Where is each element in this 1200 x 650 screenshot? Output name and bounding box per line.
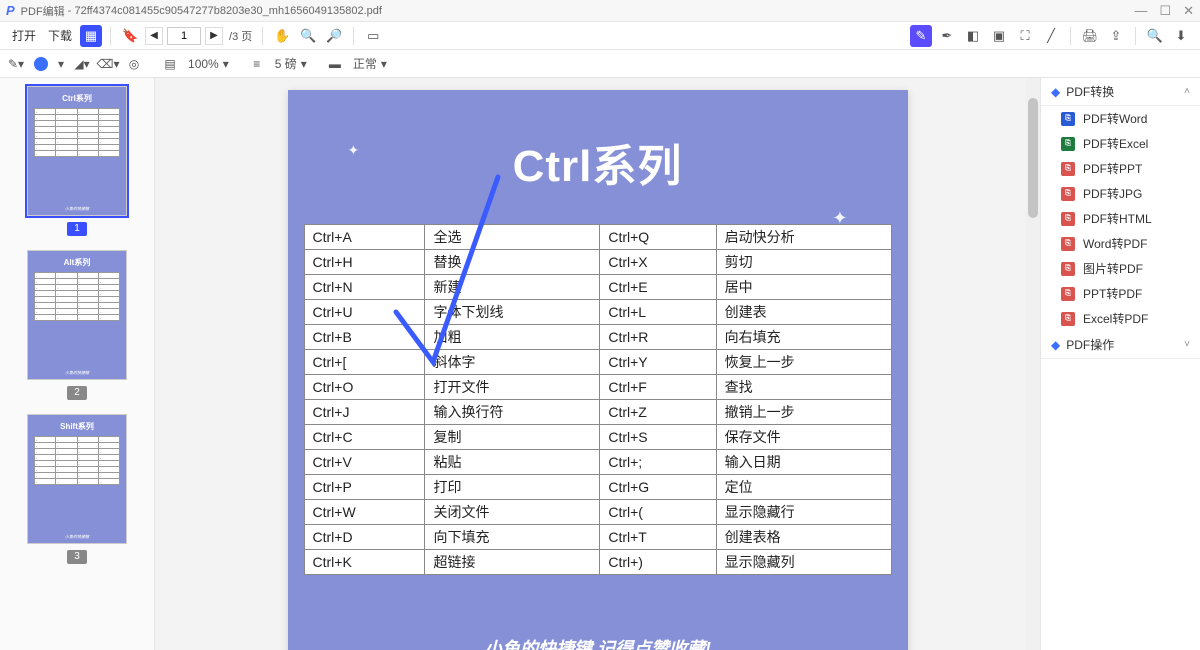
edit-mode-icon[interactable]: ✎ bbox=[910, 25, 932, 47]
titlebar: P PDF编辑 - 72ff4374c081455c90547277b8203e… bbox=[0, 0, 1200, 22]
shortcut-table: Ctrl+A全选Ctrl+Q启动快分析Ctrl+H替换Ctrl+X剪切Ctrl+… bbox=[304, 224, 892, 575]
download-button[interactable]: 下载 bbox=[44, 25, 76, 46]
convert-item[interactable]: ⎘PDF转HTML bbox=[1041, 206, 1200, 231]
page-title: Ctrl系列 bbox=[304, 130, 892, 194]
convert-item[interactable]: ⎘Word转PDF bbox=[1041, 231, 1200, 256]
page-prev-button[interactable]: ◀ bbox=[145, 27, 163, 45]
table-row: Ctrl+[斜体字Ctrl+Y恢复上一步 bbox=[304, 350, 891, 375]
color-swatch[interactable] bbox=[34, 57, 48, 71]
save-icon[interactable]: ⬇ bbox=[1170, 25, 1192, 47]
convert-item[interactable]: ⎘PDF转Excel bbox=[1041, 131, 1200, 156]
sparkle-icon: ✦ bbox=[348, 142, 360, 159]
document-canvas[interactable]: ✦ ✦ Ctrl系列 Ctrl+A全选Ctrl+Q启动快分析Ctrl+H替换Ct… bbox=[155, 78, 1040, 650]
table-row: Ctrl+C复制Ctrl+S保存文件 bbox=[304, 425, 891, 450]
hand-tool-icon[interactable]: ✋ bbox=[271, 25, 293, 47]
print-icon[interactable]: 🖨 bbox=[1079, 25, 1101, 47]
bookmark-icon[interactable]: 🔖 bbox=[119, 25, 141, 47]
file-type-icon: ⎘ bbox=[1061, 137, 1075, 151]
fit-width-icon[interactable]: ▭ bbox=[362, 25, 384, 47]
file-type-icon: ⎘ bbox=[1061, 162, 1075, 176]
convert-item[interactable]: ⎘Excel转PDF bbox=[1041, 306, 1200, 331]
page-next-button[interactable]: ▶ bbox=[205, 27, 223, 45]
convert-item[interactable]: ⎘图片转PDF bbox=[1041, 256, 1200, 281]
operate-icon: ◆ bbox=[1051, 338, 1060, 352]
table-row: Ctrl+P打印Ctrl+G定位 bbox=[304, 475, 891, 500]
close-icon[interactable]: ✕ bbox=[1183, 3, 1194, 19]
zoom-in-icon[interactable]: 🔍 bbox=[297, 25, 319, 47]
app-name: PDF编辑 bbox=[21, 3, 65, 19]
zoom-select[interactable]: 100% ▾ bbox=[188, 57, 229, 71]
convert-item[interactable]: ⎘PDF转JPG bbox=[1041, 181, 1200, 206]
page-input[interactable] bbox=[167, 27, 201, 45]
thumbnail[interactable]: Shift系列--------------------------------小… bbox=[27, 414, 127, 564]
panel-header-convert[interactable]: ◆ PDF转换 ˄ bbox=[1041, 78, 1200, 106]
file-type-icon: ⎘ bbox=[1061, 112, 1075, 126]
convert-item[interactable]: ⎘PDF转PPT bbox=[1041, 156, 1200, 181]
convert-item[interactable]: ⎘PDF转Word bbox=[1041, 106, 1200, 131]
eraser-icon[interactable]: ⌫▾ bbox=[100, 56, 116, 72]
file-type-icon: ⎘ bbox=[1061, 187, 1075, 201]
file-type-icon: ⎘ bbox=[1061, 287, 1075, 301]
file-type-icon: ⎘ bbox=[1061, 262, 1075, 276]
signature-icon[interactable]: ✒ bbox=[936, 25, 958, 47]
stroke-select[interactable]: 5 磅 ▾ bbox=[275, 55, 307, 72]
linewidth-icon[interactable]: ≡ bbox=[249, 56, 265, 72]
file-type-icon: ⎘ bbox=[1061, 312, 1075, 326]
panel-header-operate[interactable]: ◆ PDF操作 ˅ bbox=[1041, 331, 1200, 359]
table-row: Ctrl+A全选Ctrl+Q启动快分析 bbox=[304, 225, 891, 250]
page-footer: 小鱼的快捷键 记得点赞收藏! bbox=[304, 635, 892, 650]
minimize-icon[interactable]: — bbox=[1134, 3, 1147, 19]
table-row: Ctrl+B加粗Ctrl+R向右填充 bbox=[304, 325, 891, 350]
convert-item[interactable]: ⎘PPT转PDF bbox=[1041, 281, 1200, 306]
search-icon[interactable]: 🔍 bbox=[1144, 25, 1166, 47]
line-tool-icon[interactable]: ╱ bbox=[1040, 25, 1062, 47]
crop-icon[interactable]: ⛶ bbox=[1014, 25, 1036, 47]
mode-select[interactable]: 正常 ▾ bbox=[353, 55, 387, 72]
file-type-icon: ⎘ bbox=[1061, 212, 1075, 226]
table-row: Ctrl+N新建Ctrl+E居中 bbox=[304, 275, 891, 300]
convert-panel: ◆ PDF转换 ˄ ⎘PDF转Word⎘PDF转Excel⎘PDF转PPT⎘PD… bbox=[1040, 78, 1200, 650]
table-row: Ctrl+O打开文件Ctrl+F查找 bbox=[304, 375, 891, 400]
sparkle-icon: ✦ bbox=[832, 208, 847, 229]
table-row: Ctrl+J输入换行符Ctrl+Z撤销上一步 bbox=[304, 400, 891, 425]
table-row: Ctrl+W关闭文件Ctrl+(显示隐藏行 bbox=[304, 500, 891, 525]
grid-view-icon[interactable]: ▦ bbox=[80, 25, 102, 47]
thumbnail[interactable]: Ctrl系列--------------------------------小鱼… bbox=[27, 86, 127, 236]
thumbnail[interactable]: Alt系列--------------------------------小鱼的… bbox=[27, 250, 127, 400]
table-row: Ctrl+K超链接Ctrl+)显示隐藏列 bbox=[304, 550, 891, 575]
table-row: Ctrl+V粘贴Ctrl+;输入日期 bbox=[304, 450, 891, 475]
file-type-icon: ⎘ bbox=[1061, 237, 1075, 251]
thumbnail-panel: Ctrl系列--------------------------------小鱼… bbox=[0, 78, 155, 650]
mode-icon[interactable]: ▬ bbox=[327, 56, 343, 72]
pen-icon[interactable]: ✎▾ bbox=[8, 56, 24, 72]
file-name: 72ff4374c081455c90547277b8203e30_mh16560… bbox=[74, 5, 381, 17]
page-content: ✦ ✦ Ctrl系列 Ctrl+A全选Ctrl+Q启动快分析Ctrl+H替换Ct… bbox=[288, 90, 908, 650]
scrollbar[interactable] bbox=[1026, 78, 1040, 650]
stamp-icon[interactable]: ◎ bbox=[126, 56, 142, 72]
maximize-icon[interactable]: ☐ bbox=[1159, 3, 1171, 19]
open-button[interactable]: 打开 bbox=[8, 25, 40, 46]
table-row: Ctrl+D向下填充Ctrl+T创建表格 bbox=[304, 525, 891, 550]
erase-icon[interactable]: ◧ bbox=[962, 25, 984, 47]
page-total: /3 页 bbox=[229, 28, 252, 44]
convert-icon: ◆ bbox=[1051, 85, 1060, 99]
chevron-up-icon: ˄ bbox=[1184, 86, 1190, 97]
table-row: Ctrl+U字体下划线Ctrl+L创建表 bbox=[304, 300, 891, 325]
main-toolbar: 打开 下载 ▦ 🔖 ◀ ▶ /3 页 ✋ 🔍 🔎 ▭ ✎ ✒ ◧ ▣ ⛶ ╱ 🖨… bbox=[0, 22, 1200, 50]
layout-icon[interactable]: ▤ bbox=[162, 56, 178, 72]
format-toolbar: ✎▾ ▾ ◢▾ ⌫▾ ◎ ▤ 100% ▾ ≡ 5 磅 ▾ ▬ 正常 ▾ bbox=[0, 50, 1200, 78]
zoom-out-icon[interactable]: 🔎 bbox=[323, 25, 345, 47]
chevron-down-icon: ˅ bbox=[1184, 339, 1190, 350]
share-icon[interactable]: ⇪ bbox=[1105, 25, 1127, 47]
highlight-icon[interactable]: ◢▾ bbox=[74, 56, 90, 72]
insert-image-icon[interactable]: ▣ bbox=[988, 25, 1010, 47]
app-logo: P bbox=[6, 3, 15, 18]
table-row: Ctrl+H替换Ctrl+X剪切 bbox=[304, 250, 891, 275]
